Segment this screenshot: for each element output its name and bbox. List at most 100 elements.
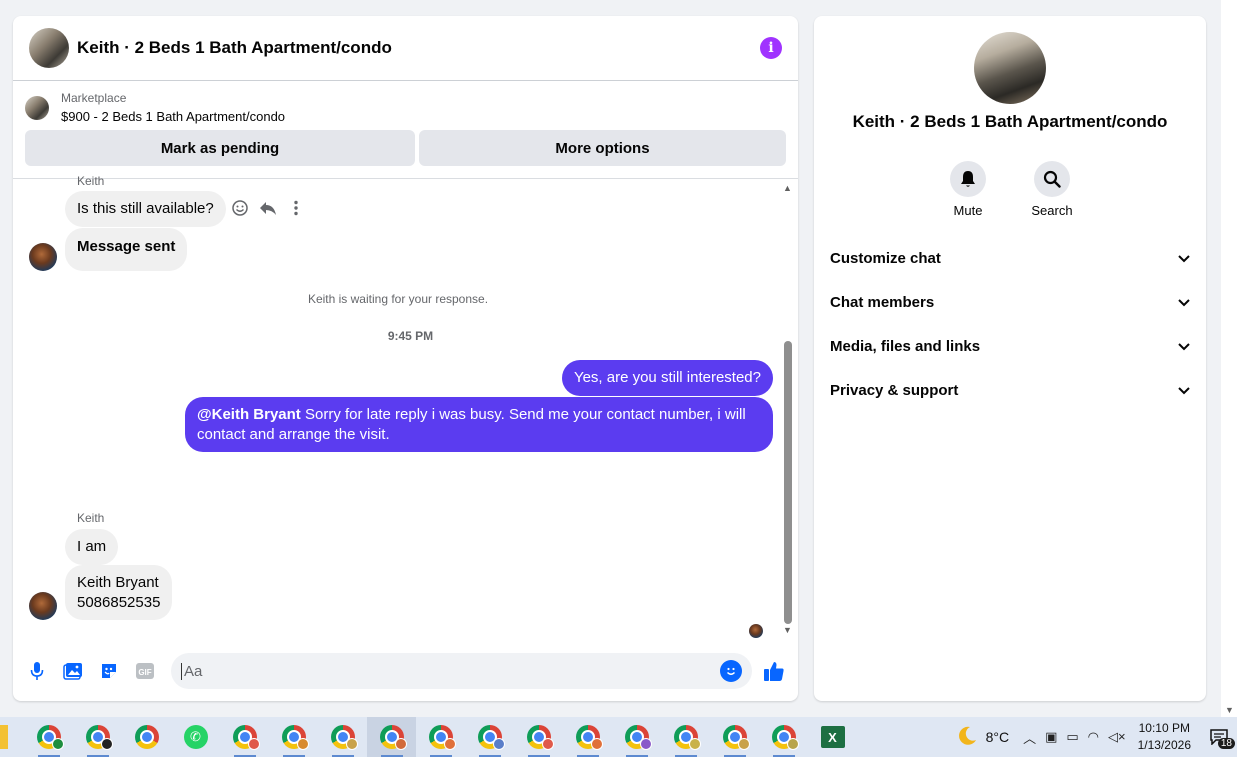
thread-scrollbar[interactable]: ▲ ▼ <box>783 179 793 639</box>
chrome-profile-icon[interactable] <box>563 717 612 757</box>
seen-indicator <box>749 624 763 638</box>
keith-avatar[interactable] <box>29 592 57 620</box>
mute-label: Mute <box>953 203 983 218</box>
composer: GIF <box>13 641 798 701</box>
outgoing-message[interactable]: Yes, are you still interested? <box>561 360 773 396</box>
chrome-profile-icon[interactable] <box>514 717 563 757</box>
scroll-down-arrow[interactable]: ▼ <box>783 625 792 635</box>
chevron-down-icon <box>1178 382 1190 399</box>
listing-photo[interactable] <box>974 32 1046 104</box>
listing-price-title[interactable]: $900 - 2 Beds 1 Bath Apartment/condo <box>61 109 285 124</box>
chrome-profile-a-icon[interactable] <box>24 717 73 757</box>
message-thread: Keith Is this still available? Message s… <box>13 174 798 639</box>
mic-icon[interactable] <box>25 659 49 683</box>
chrome-profile-icon[interactable] <box>661 717 710 757</box>
whatsapp-icon[interactable]: ✆ <box>171 717 220 757</box>
section-label: Media, files and links <box>830 337 981 355</box>
emoji-icon[interactable] <box>720 660 742 682</box>
chrome-profile-icon[interactable] <box>220 717 269 757</box>
clock-date: 1/13/2026 <box>1137 738 1191 752</box>
wifi-icon[interactable]: ◠ <box>1088 729 1099 745</box>
more-options-button[interactable]: More options <box>419 130 786 166</box>
moon-icon <box>956 725 978 750</box>
incoming-message[interactable]: Is this still available? <box>65 191 226 227</box>
section-label: Customize chat <box>830 249 941 267</box>
message-actions <box>231 199 305 217</box>
mark-as-pending-button[interactable]: Mark as pending <box>25 130 415 166</box>
clock[interactable]: 10:10 PM 1/13/2026 <box>1138 720 1191 754</box>
chrome-icon[interactable] <box>122 717 171 757</box>
scroll-down-arrow[interactable]: ▼ <box>1225 705 1234 715</box>
file-explorer-icon[interactable] <box>0 725 8 749</box>
notification-icon[interactable]: 18 <box>1205 722 1235 752</box>
notification-count: 18 <box>1217 738 1235 749</box>
like-icon[interactable] <box>762 659 786 683</box>
windows-taskbar: ✆ X 8°C ︿ ▣ ▭ ◠ ◁× 10:10 PM 1/13/2026 18 <box>0 717 1237 757</box>
section-label: Privacy & support <box>830 381 959 399</box>
search-button[interactable]: Search <box>1027 161 1077 218</box>
contact-number: 5086852535 <box>77 594 161 611</box>
more-icon[interactable] <box>287 199 305 217</box>
chevron-down-icon <box>1178 338 1190 355</box>
contact-name: Keith Bryant <box>77 574 159 591</box>
marketplace-label: Marketplace <box>61 91 127 105</box>
outgoing-message[interactable]: @Keith Bryant Sorry for late reply i was… <box>185 397 773 452</box>
conversation-info-panel: Keith · 2 Beds 1 Bath Apartment/condo Mu… <box>814 16 1206 701</box>
section-media-files-links[interactable]: Media, files and links <box>830 324 1190 368</box>
temperature: 8°C <box>985 729 1010 745</box>
chrome-profile-active-icon[interactable] <box>367 717 416 757</box>
reply-icon[interactable] <box>259 199 277 217</box>
timestamp: 9:45 PM <box>387 329 434 343</box>
chrome-profile-icon[interactable] <box>73 717 122 757</box>
chat-panel: Keith · 2 Beds 1 Bath Apartment/condo i … <box>13 16 798 701</box>
scroll-up-arrow[interactable]: ▲ <box>783 183 792 193</box>
volume-muted-icon[interactable]: ◁× <box>1108 729 1126 745</box>
marketplace-bar: Marketplace $900 - 2 Beds 1 Bath Apartme… <box>13 81 798 166</box>
section-customize-chat[interactable]: Customize chat <box>830 236 1190 280</box>
bell-icon[interactable] <box>950 161 986 197</box>
mute-button[interactable]: Mute <box>943 161 993 218</box>
scroll-thumb[interactable] <box>784 341 792 624</box>
search-icon[interactable] <box>1034 161 1070 197</box>
section-chat-members[interactable]: Chat members <box>830 280 1190 324</box>
section-label: Chat members <box>830 293 935 311</box>
section-privacy-support[interactable]: Privacy & support <box>830 368 1190 412</box>
system-note: Keith is waiting for your response. <box>307 292 489 306</box>
keith-avatar[interactable] <box>29 243 57 271</box>
gif-icon[interactable]: GIF <box>133 659 157 683</box>
chat-header: Keith · 2 Beds 1 Bath Apartment/condo i <box>13 16 798 81</box>
chevron-up-icon[interactable]: ︿ <box>1023 728 1036 747</box>
info-icon[interactable]: i <box>760 37 782 59</box>
listing-avatar[interactable] <box>29 28 69 68</box>
incoming-message[interactable]: Keith Bryant 5086852535 <box>65 565 173 620</box>
weather-widget[interactable]: 8°C <box>956 725 1010 750</box>
chrome-profile-icon[interactable] <box>465 717 514 757</box>
chrome-profile-icon[interactable] <box>269 717 318 757</box>
chrome-profile-icon[interactable] <box>318 717 367 757</box>
image-icon[interactable] <box>61 659 85 683</box>
react-icon[interactable] <box>231 199 249 217</box>
chrome-profile-icon[interactable] <box>759 717 808 757</box>
incoming-message[interactable]: I am <box>65 529 119 565</box>
chrome-profile-icon[interactable] <box>416 717 465 757</box>
sticker-icon[interactable] <box>97 659 121 683</box>
message-sent-card[interactable]: Message sent <box>65 228 188 271</box>
info-title: Keith · 2 Beds 1 Bath Apartment/condo <box>852 112 1168 131</box>
message-input-box[interactable] <box>171 653 752 689</box>
sender-label: Keith <box>77 511 105 525</box>
message-input[interactable] <box>181 662 720 680</box>
page-scrollbar[interactable]: ▼ <box>1221 0 1237 717</box>
sender-label: Keith <box>77 174 105 188</box>
chevron-down-icon <box>1178 294 1190 311</box>
chat-title[interactable]: Keith · 2 Beds 1 Bath Apartment/condo <box>77 38 392 58</box>
chrome-profile-icon[interactable] <box>710 717 759 757</box>
excel-icon[interactable]: X <box>808 717 857 757</box>
system-tray: 8°C ︿ ▣ ▭ ◠ ◁× 10:10 PM 1/13/2026 18 <box>956 717 1237 757</box>
clock-time: 10:10 PM <box>1138 721 1190 735</box>
listing-thumbnail[interactable] <box>25 95 49 120</box>
search-label: Search <box>1031 203 1073 218</box>
battery-icon[interactable]: ▭ <box>1066 729 1078 745</box>
meet-icon[interactable]: ▣ <box>1045 729 1057 745</box>
chrome-profile-icon[interactable] <box>612 717 661 757</box>
mention[interactable]: @Keith Bryant <box>197 406 301 423</box>
